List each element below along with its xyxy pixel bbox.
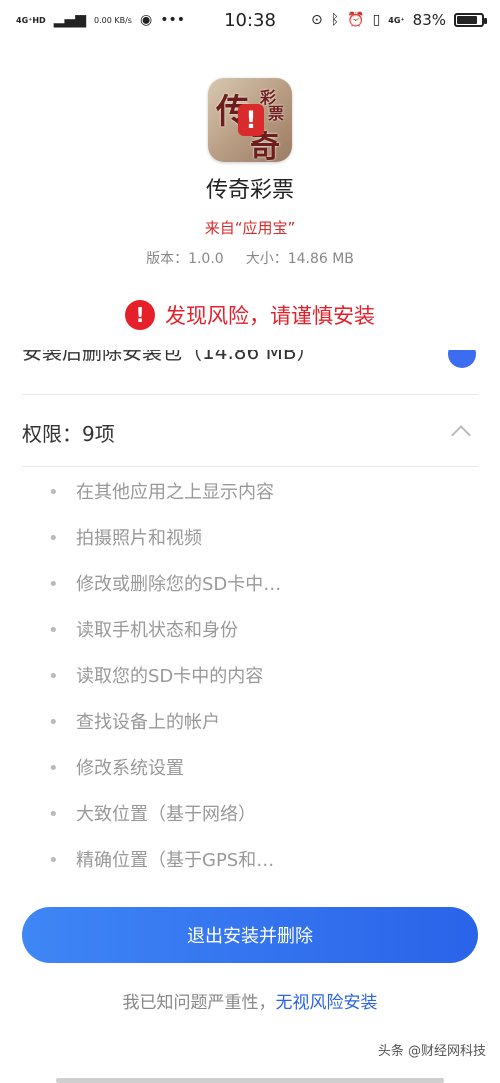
permission-label: 修改或删除您的SD卡中… xyxy=(76,574,282,595)
warning-icon: ! xyxy=(238,104,264,136)
permission-label: 拍摄照片和视频 xyxy=(76,528,202,549)
divider xyxy=(22,394,478,395)
app-meta: 版本：1.0.0 大小：14.86 MB xyxy=(0,248,500,268)
bullet-icon: • xyxy=(48,528,59,549)
permissions-title: 权限：9项 xyxy=(22,421,115,446)
status-left: 4G⁺HD ▂▄▆ 0.00 KB/s ◉ ••• xyxy=(16,12,185,28)
navigation-bar[interactable] xyxy=(56,1078,444,1083)
notification-icon: ◉ xyxy=(139,12,153,28)
exit-and-delete-button[interactable]: 退出安装并删除 xyxy=(22,907,478,963)
status-bar: 4G⁺HD ▂▄▆ 0.00 KB/s ◉ ••• 10:38 ⊙ ᛒ ⏰ ▯ … xyxy=(0,0,500,40)
permission-label: 读取您的SD卡中的内容 xyxy=(76,666,264,687)
permission-label: 大致位置（基于网络） xyxy=(76,804,256,825)
permission-label: 查找设备上的帐户 xyxy=(76,712,220,733)
app-name: 传奇彩票 xyxy=(205,178,294,203)
delete-package-toggle[interactable] xyxy=(448,350,476,368)
network-indicator: 4G⁺HD xyxy=(16,15,46,25)
permission-item: • 查找设备上的帐户 xyxy=(48,712,468,758)
permission-item: • 拍摄照片和视频 xyxy=(48,528,468,574)
permission-label: 在其他应用之上显示内容 xyxy=(76,482,274,503)
battery-fill xyxy=(457,16,477,24)
permission-item: • 在其他应用之上显示内容 xyxy=(48,482,468,528)
status-right: ⊙ ᛒ ⏰ ▯ 4G⁺ 83% xyxy=(311,11,487,29)
battery-percent: 83% xyxy=(412,11,446,29)
bullet-icon: • xyxy=(48,574,59,595)
bullet-icon: • xyxy=(48,666,59,687)
delete-package-row[interactable]: 安装后删除安装包（14.86 MB） xyxy=(22,350,478,372)
bullet-icon: • xyxy=(48,482,59,503)
location-icon: ⊙ xyxy=(311,12,323,28)
bullet-icon: • xyxy=(48,804,59,825)
risk-banner: ! 发现风险，请谨慎安装 xyxy=(0,300,500,330)
bullet-icon: • xyxy=(48,712,59,733)
permission-label: 精确位置（基于GPS和… xyxy=(76,850,275,871)
permission-item: • 大致位置（基于网络） xyxy=(48,804,468,850)
permission-item: • 修改或删除您的SD卡中… xyxy=(48,574,468,620)
app-source: 来自“应用宝” xyxy=(204,219,296,237)
vibrate-icon: ▯ xyxy=(372,12,381,28)
delete-package-label: 安装后删除安装包（14.86 MB） xyxy=(22,350,317,364)
bullet-icon: • xyxy=(48,620,59,641)
divider xyxy=(22,466,478,467)
alarm-icon: ⏰ xyxy=(347,12,365,28)
permission-item: • 精确位置（基于GPS和… xyxy=(48,850,468,896)
ignore-risk-install-link[interactable]: 无视风险安装 xyxy=(276,993,378,1013)
bullet-icon: • xyxy=(48,758,59,779)
permissions-header[interactable]: 权限：9项 xyxy=(22,412,478,452)
more-dots-icon: ••• xyxy=(160,12,185,28)
risk-text: 发现风险，请谨慎安装 xyxy=(165,304,375,328)
permission-item: • 修改系统设置 xyxy=(48,758,468,804)
watermark: 头条 @财经网科技 xyxy=(377,1044,486,1059)
signal-icon: ▂▄▆ xyxy=(53,12,87,28)
permission-label: 读取手机状态和身份 xyxy=(76,620,238,641)
bluetooth-icon: ᛒ xyxy=(330,12,340,28)
ack-text: 我已知问题严重性， xyxy=(122,993,276,1013)
permission-label: 修改系统设置 xyxy=(76,758,184,779)
permission-item: • 读取您的SD卡中的内容 xyxy=(48,666,468,712)
clock: 10:38 xyxy=(224,9,276,31)
bullet-icon: • xyxy=(48,850,59,871)
ack-row: 我已知问题严重性，无视风险安装 xyxy=(0,988,500,1013)
app-size: 大小：14.86 MB xyxy=(245,251,354,267)
network-speed: 0.00 KB/s xyxy=(94,15,132,25)
app-version: 版本：1.0.0 xyxy=(146,251,224,267)
chevron-up-icon[interactable] xyxy=(451,425,471,445)
permissions-list: • 在其他应用之上显示内容 • 拍摄照片和视频 • 修改或删除您的SD卡中… • 读取手… xyxy=(48,482,468,896)
alert-icon: ! xyxy=(125,300,155,330)
battery-icon xyxy=(454,13,487,27)
network-indicator-right: 4G⁺ xyxy=(388,15,405,25)
app-icon-char-4: 票 xyxy=(268,104,285,123)
app-icon: 传 奇 彩 票 ! xyxy=(208,78,292,162)
permission-item: • 读取手机状态和身份 xyxy=(48,620,468,666)
